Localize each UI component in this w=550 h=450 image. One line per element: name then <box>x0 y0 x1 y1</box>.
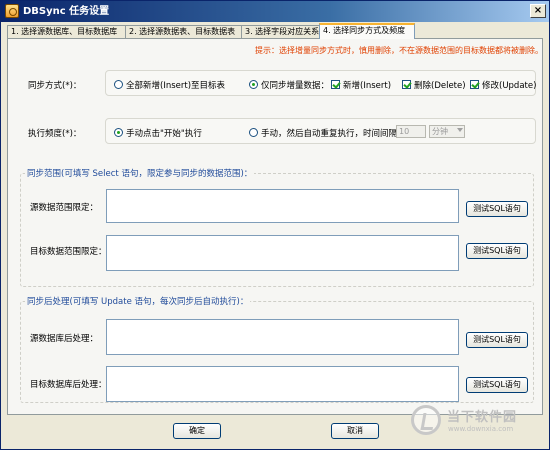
title-bar[interactable]: DBSync 任务设置 × <box>1 1 549 22</box>
radio-manual-start[interactable]: 手动点击"开始"执行 <box>114 127 202 139</box>
source-post-process-textarea[interactable] <box>106 319 459 355</box>
checkbox-insert-label: 新增(Insert) <box>343 81 392 91</box>
checkbox-insert[interactable]: 新增(Insert) <box>331 79 391 91</box>
watermark-logo-icon <box>411 405 441 435</box>
radio-auto-repeat[interactable]: 手动，然后自动重复执行，时间间隔： <box>249 127 406 139</box>
target-range-label: 目标数据范围限定： <box>30 247 107 257</box>
sync-range-title: 同步范围(可填写 Select 语句，限定参与同步的数据范围)： <box>25 167 255 179</box>
window-title: DBSync 任务设置 <box>23 6 110 17</box>
close-icon[interactable]: × <box>530 4 546 18</box>
radio-full-insert[interactable]: 全部新增(Insert)至目标表 <box>114 79 225 91</box>
target-post-process-textarea[interactable] <box>106 366 459 402</box>
frequency-box: 手动点击"开始"执行 手动，然后自动重复执行，时间间隔： 10 分钟 <box>105 118 536 144</box>
radio-selected-icon <box>249 80 258 89</box>
checkbox-update[interactable]: 修改(Update) <box>470 79 536 91</box>
tab-panel: 提示：选择增量同步方式时，慎用删除，不在源数据范围的目标数据都将被删除。 同步方… <box>7 38 543 415</box>
sync-mode-box: 全部新增(Insert)至目标表 仅同步增量数据： 新增(Insert) 删除(… <box>105 70 536 96</box>
watermark-url: www.downxia.com <box>448 425 514 433</box>
radio-incremental-label: 仅同步增量数据： <box>261 81 330 91</box>
test-target-post-sql-button[interactable]: 测试SQL语句 <box>466 377 528 393</box>
chevron-down-icon <box>457 128 463 132</box>
interval-value-input[interactable]: 10 <box>396 125 426 138</box>
tab-select-database[interactable]: 1. 选择源数据库、目标数据库 <box>7 25 127 38</box>
sync-mode-label: 同步方式(*)： <box>28 81 82 91</box>
radio-icon <box>114 80 123 89</box>
ok-button[interactable]: 确定 <box>173 423 221 439</box>
cancel-button[interactable]: 取消 <box>331 423 379 439</box>
task-settings-window: DBSync 任务设置 × 1. 选择源数据库、目标数据库 2. 选择源数据表、… <box>0 0 550 450</box>
warning-hint: 提示：选择增量同步方式时，慎用删除，不在源数据范围的目标数据都将被删除。 <box>255 46 543 55</box>
source-range-textarea[interactable] <box>106 189 459 223</box>
tab-select-tables[interactable]: 2. 选择源数据表、目标数据表 <box>125 25 243 38</box>
tab-sync-mode-frequency[interactable]: 4. 选择同步方式及频度 <box>319 23 415 39</box>
target-post-process-label: 目标数据库后处理： <box>30 380 107 390</box>
radio-full-insert-label: 全部新增(Insert)至目标表 <box>126 81 226 91</box>
radio-incremental[interactable]: 仅同步增量数据： <box>249 79 329 91</box>
radio-manual-start-label: 手动点击"开始"执行 <box>126 129 202 139</box>
test-target-range-sql-button[interactable]: 测试SQL语句 <box>466 243 528 259</box>
checkbox-delete[interactable]: 删除(Delete) <box>402 79 466 91</box>
radio-icon <box>249 128 258 137</box>
radio-auto-repeat-label: 手动，然后自动重复执行，时间间隔： <box>261 129 406 139</box>
checkbox-checked-icon <box>402 80 411 89</box>
radio-selected-icon <box>114 128 123 137</box>
test-source-post-sql-button[interactable]: 测试SQL语句 <box>466 332 528 348</box>
checkbox-checked-icon <box>331 80 340 89</box>
watermark: 当下软件园 www.downxia.com <box>411 403 541 443</box>
post-process-title: 同步后处理(可填写 Update 语句，每次同步后自动执行)： <box>25 295 251 307</box>
checkbox-delete-label: 删除(Delete) <box>414 81 466 91</box>
target-range-textarea[interactable] <box>106 235 459 271</box>
checkbox-update-label: 修改(Update) <box>482 81 537 91</box>
interval-unit-value: 分钟 <box>432 127 448 136</box>
frequency-label: 执行频度(*)： <box>28 129 82 139</box>
watermark-text: 当下软件园 <box>447 410 518 425</box>
tab-field-mapping[interactable]: 3. 选择字段对应关系 <box>241 25 321 38</box>
source-post-process-label: 源数据库后处理： <box>30 334 99 344</box>
source-range-label: 源数据范围限定： <box>30 203 99 213</box>
test-source-range-sql-button[interactable]: 测试SQL语句 <box>466 201 528 217</box>
interval-unit-select[interactable]: 分钟 <box>429 125 465 138</box>
checkbox-checked-icon <box>470 80 479 89</box>
app-icon <box>5 4 19 18</box>
